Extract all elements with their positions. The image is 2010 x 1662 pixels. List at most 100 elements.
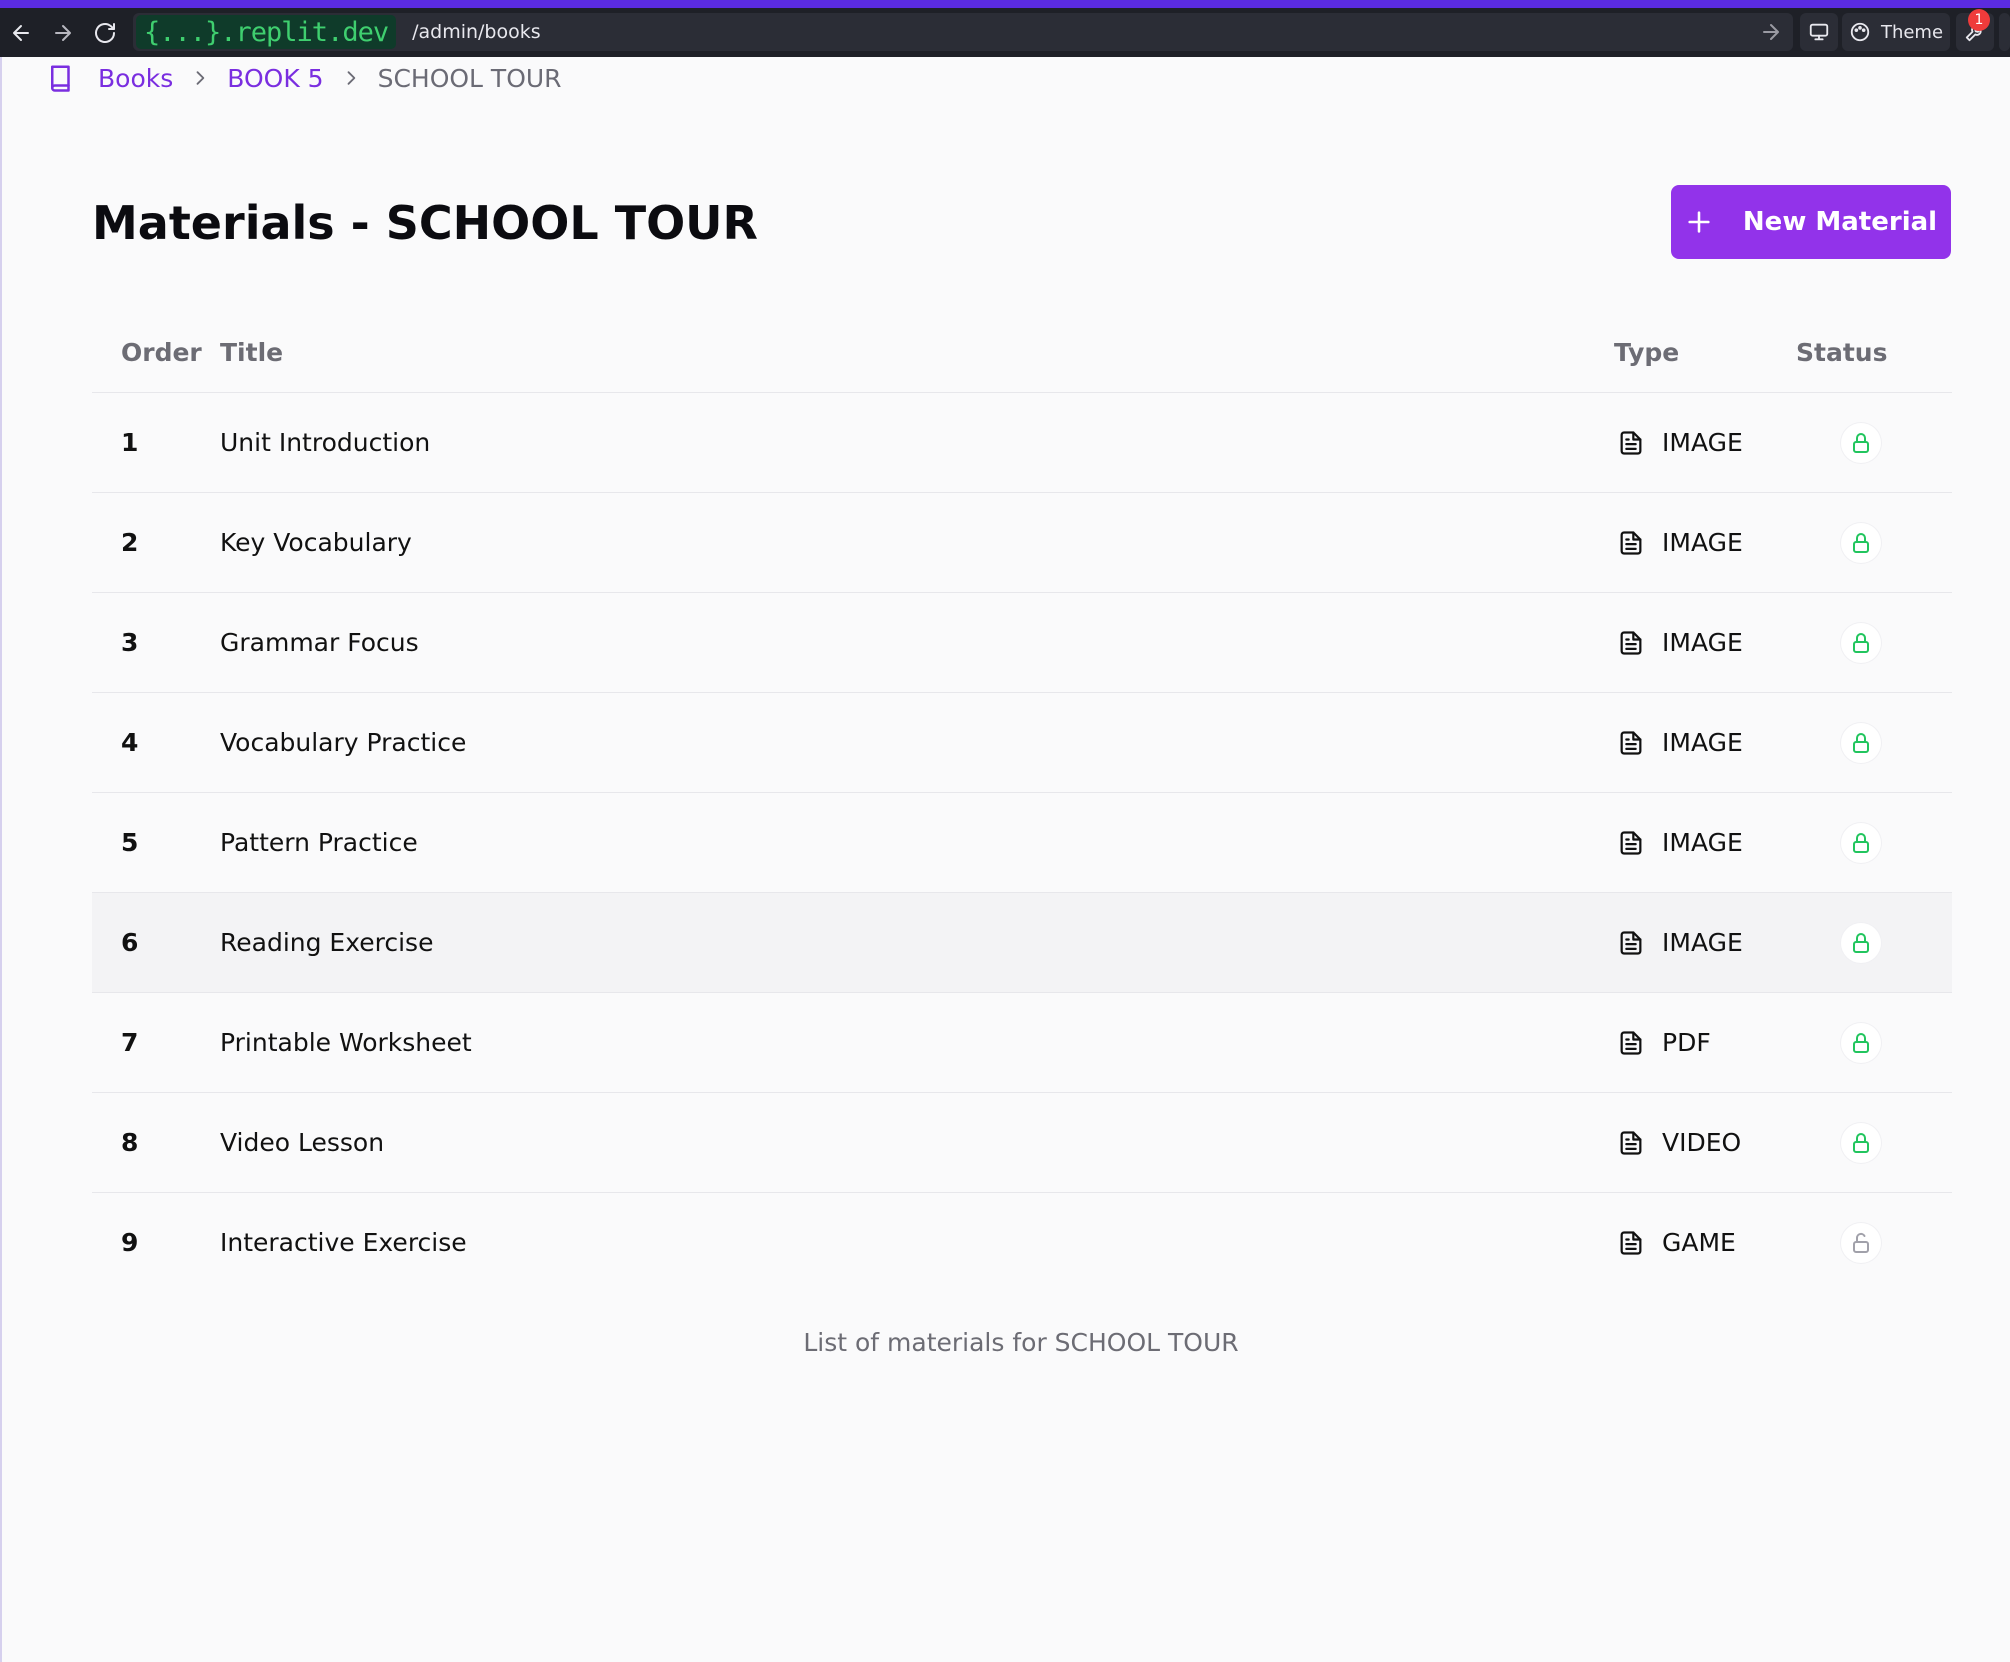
file-text-icon	[1620, 930, 1642, 955]
chevron-right-icon	[196, 71, 205, 85]
reload-button[interactable]	[84, 8, 126, 57]
column-header-title: Title	[220, 312, 1614, 393]
table-caption: List of materials for SCHOOL TOUR	[803, 1328, 1239, 1357]
table-row[interactable]: 8 Video Lesson VIDEO	[92, 1092, 1952, 1193]
row-type: IMAGE	[1614, 528, 1796, 557]
row-status-cell	[1796, 1092, 1952, 1193]
row-type: IMAGE	[1614, 628, 1796, 657]
file-text-icon	[1620, 530, 1642, 555]
row-title: Reading Exercise	[220, 892, 1614, 993]
url-path: /admin/books	[412, 21, 541, 43]
tools-button[interactable]: 1	[1956, 9, 1994, 51]
row-type: PDF	[1614, 1028, 1796, 1057]
row-type-cell: IMAGE	[1614, 592, 1796, 693]
lock-toggle[interactable]	[1841, 622, 1881, 663]
table-row[interactable]: 6 Reading Exercise IMAGE	[92, 892, 1952, 993]
theme-button[interactable]: Theme	[1842, 13, 1950, 51]
row-type-cell: IMAGE	[1614, 792, 1796, 893]
arrow-right-icon	[55, 24, 71, 41]
row-type: GAME	[1614, 1228, 1796, 1257]
lock-icon	[1853, 932, 1869, 953]
row-type-label: IMAGE	[1662, 728, 1743, 757]
row-order: 5	[92, 792, 220, 893]
url-domain: {...}.replit.dev	[136, 15, 397, 49]
row-title: Unit Introduction	[220, 392, 1614, 493]
row-type: IMAGE	[1614, 728, 1796, 757]
file-text-icon	[1620, 830, 1642, 855]
row-order: 4	[92, 692, 220, 793]
row-order: 9	[121, 1228, 139, 1257]
table-row[interactable]: 4 Vocabulary Practice IMAGE	[92, 692, 1952, 793]
breadcrumb-books-link[interactable]: Books	[98, 64, 173, 93]
lock-toggle[interactable]	[1841, 422, 1881, 463]
lock-icon	[1853, 732, 1869, 753]
back-button[interactable]	[0, 8, 42, 57]
row-type: IMAGE	[1614, 428, 1796, 457]
reload-icon	[95, 22, 115, 43]
forward-button[interactable]	[42, 8, 84, 57]
column-header-status: Status	[1796, 312, 1952, 393]
row-type-cell: IMAGE	[1614, 392, 1796, 493]
row-title: Video Lesson	[220, 1092, 1614, 1193]
address-bar[interactable]: {...}.replit.dev /admin/books	[133, 13, 1793, 51]
row-status-cell	[1796, 992, 1952, 1093]
lock-toggle[interactable]	[1841, 822, 1881, 863]
lock-icon	[1853, 1032, 1869, 1053]
row-order: 2	[92, 492, 220, 593]
row-order: 1	[92, 392, 220, 493]
breadcrumb-current: SCHOOL TOUR	[377, 63, 562, 93]
column-header-type: Type	[1614, 312, 1796, 393]
row-status-cell	[1796, 792, 1952, 893]
table-row[interactable]: 9 Interactive Exercise GAME	[92, 1193, 1952, 1293]
row-status-cell	[1796, 892, 1952, 993]
row-title: Printable Worksheet	[220, 992, 1614, 1093]
table-row[interactable]: 2 Key Vocabulary IMAGE	[92, 492, 1952, 593]
table-row[interactable]: 5 Pattern Practice IMAGE	[92, 792, 1952, 893]
row-type-label: IMAGE	[1662, 628, 1743, 657]
row-type-cell: IMAGE	[1614, 892, 1796, 993]
row-order: 6	[92, 892, 220, 993]
theme-label: Theme	[1880, 21, 1944, 43]
top-accent-line	[0, 0, 2010, 8]
row-type-label: GAME	[1662, 1228, 1736, 1257]
new-material-button[interactable]: New Material	[1671, 185, 1951, 259]
row-type-label: PDF	[1662, 1028, 1711, 1057]
book-icon	[51, 65, 70, 92]
row-type: IMAGE	[1614, 928, 1796, 957]
row-type-cell: PDF	[1614, 992, 1796, 1093]
chevron-right-icon	[347, 71, 355, 85]
row-title: Pattern Practice	[220, 792, 1614, 893]
lock-toggle[interactable]	[1841, 922, 1881, 963]
table-row[interactable]: 3 Grammar Focus IMAGE	[92, 592, 1952, 693]
lock-icon	[1853, 432, 1869, 453]
row-title: Interactive Exercise	[220, 1228, 467, 1257]
breadcrumb-book-link[interactable]: BOOK 5	[227, 64, 323, 93]
breadcrumb: Books BOOK 5 SCHOOL TOUR	[46, 60, 562, 96]
row-title: Vocabulary Practice	[220, 692, 1614, 793]
devtools-button[interactable]	[1800, 13, 1838, 51]
lock-toggle[interactable]	[1841, 1022, 1881, 1063]
table-row[interactable]: 1 Unit Introduction IMAGE	[92, 392, 1952, 493]
row-status-cell	[1796, 492, 1952, 593]
page-title: Materials - SCHOOL TOUR	[92, 196, 758, 250]
row-type: IMAGE	[1614, 828, 1796, 857]
go-arrow-icon[interactable]	[1759, 20, 1783, 44]
row-type: VIDEO	[1614, 1128, 1796, 1157]
row-type-cell: IMAGE	[1614, 492, 1796, 593]
lock-toggle[interactable]	[1841, 522, 1881, 563]
row-order: 7	[92, 992, 220, 1093]
lock-toggle[interactable]	[1841, 1222, 1881, 1263]
lock-toggle[interactable]	[1841, 1122, 1881, 1163]
lock-icon	[1853, 832, 1869, 853]
row-order: 3	[92, 592, 220, 693]
lock-toggle[interactable]	[1841, 722, 1881, 763]
row-type-label: VIDEO	[1662, 1128, 1742, 1157]
table-row[interactable]: 7 Printable Worksheet PDF	[92, 992, 1952, 1093]
row-type-cell: IMAGE	[1614, 692, 1796, 793]
row-type-label: IMAGE	[1662, 528, 1743, 557]
monitor-icon	[1809, 23, 1829, 41]
row-type-label: IMAGE	[1662, 428, 1743, 457]
table-header-row: Order Title Type Status	[92, 312, 1952, 393]
overflow-button[interactable]	[1999, 13, 2010, 51]
browser-toolbar: {...}.replit.dev /admin/books Theme 1	[0, 8, 2010, 57]
